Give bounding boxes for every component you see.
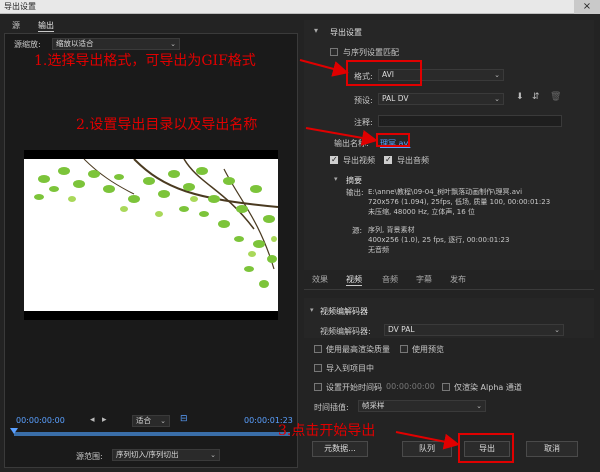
arrow-export [395,431,460,450]
arrow-format [299,59,349,77]
arrow-output-name [305,127,378,146]
annotation-step3: 3.点击开始导出 [278,423,376,439]
annotation-step2: 2.设置导出目录以及导出名称 [76,117,258,133]
annotation-step1: 1.选择导出格式，可导出为GIF格式 [34,53,256,69]
annotation-arrows [299,59,460,450]
